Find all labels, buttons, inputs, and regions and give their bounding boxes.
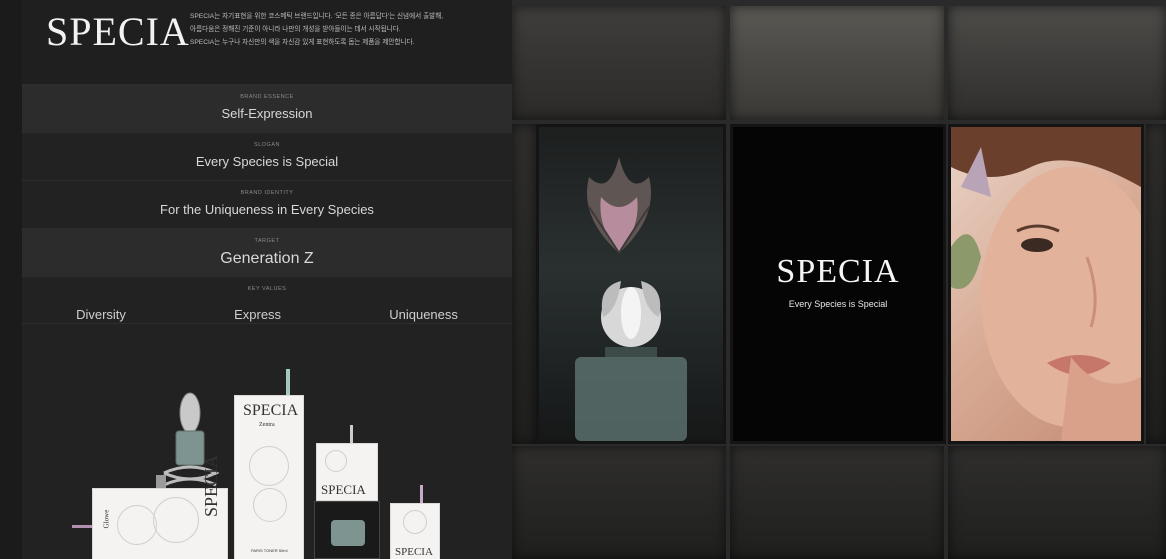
wall-tile: [512, 124, 536, 444]
wall-tile: [1146, 124, 1166, 444]
key-values-label: KEY VALUES: [247, 286, 287, 292]
key-value-item: Diversity: [76, 307, 126, 322]
jar-tray: [314, 501, 380, 559]
box-ribbon: [72, 525, 92, 528]
box-pattern: [403, 510, 427, 534]
brand-essence-row: BRAND ESSENCE Self-Expression: [22, 84, 512, 132]
brand-essence-value: Self-Expression: [221, 106, 313, 121]
box-side-label: Glowe: [102, 509, 111, 529]
display-slogan: Every Species is Special: [788, 299, 888, 309]
slogan-row: SLOGAN Every Species is Special: [22, 132, 512, 180]
key-value-item: Express: [234, 307, 282, 322]
box-brand-label: SPECIA: [243, 402, 299, 419]
key-value-item: Uniqueness: [389, 307, 458, 322]
product-box-mid: SPECIA: [316, 443, 378, 501]
box-brand-label: SPECIA: [201, 454, 221, 517]
wall-tile: [512, 6, 726, 120]
wall-tile: [730, 6, 944, 120]
brand-header: SPECIA SPECIA는 자기표현을 위한 코스메틱 브랜드입니다. '모든…: [22, 0, 512, 84]
target-value: Generation Z: [220, 250, 314, 267]
brand-identity-label: BRAND IDENTITY: [240, 190, 294, 196]
box-pattern: [325, 450, 347, 472]
brand-essence-label: BRAND ESSENCE: [240, 94, 294, 100]
box-pattern: [253, 488, 287, 522]
wall-tile: [948, 6, 1166, 120]
model-portrait-image: [951, 127, 1141, 441]
target-row: TARGET Generation Z: [22, 228, 512, 276]
slogan-value: Every Species is Special: [195, 154, 339, 169]
slogan-label: SLOGAN: [254, 142, 280, 148]
brand-identity-row: BRAND IDENTITY For the Uniqueness in Eve…: [22, 180, 512, 228]
wall-tile: [948, 446, 1166, 559]
flower-product-image: [575, 157, 687, 441]
key-values-row: KEY VALUES Diversity Express Uniqueness: [22, 276, 512, 324]
display-screen-model: [948, 124, 1144, 444]
display-screen-product: [536, 124, 726, 444]
box-small-label: PARIS TONER 50ml: [251, 548, 288, 553]
box-pattern: [249, 446, 289, 486]
box-pattern: [153, 497, 199, 543]
box-sub-label: Zentra: [259, 422, 275, 428]
display-brand-logo: SPECIA: [776, 253, 900, 290]
intro-line: SPECIA는 자기표현을 위한 코스메틱 브랜드입니다. '모든 종은 아름답…: [190, 13, 444, 20]
box-pattern: [117, 505, 157, 545]
product-box-tall: SPECIA Zentra PARIS TONER 50ml: [234, 395, 304, 559]
brand-board: SPECIA SPECIA는 자기표현을 위한 코스메틱 브랜드입니다. '모든…: [22, 0, 512, 559]
product-box-wide: Glowe SPECIA: [92, 455, 228, 559]
intro-line: 아름다움은 정해진 기준이 아니라 나만의 개성을 받아들이는 데서 시작됩니다…: [190, 26, 401, 33]
box-stick: [350, 425, 353, 445]
key-values-list: Diversity Express Uniqueness: [22, 307, 512, 322]
brand-identity-value: For the Uniqueness in Every Species: [160, 202, 374, 217]
display-screen-brand: SPECIA Every Species is Special: [730, 124, 946, 444]
box-stick: [420, 485, 423, 505]
box-brand-label: SPECIA: [395, 546, 433, 558]
wall-tile: [730, 446, 944, 559]
target-label: TARGET: [254, 238, 280, 244]
brand-intro: SPECIA는 자기표현을 위한 코스메틱 브랜드입니다. '모든 종은 아름답…: [190, 10, 508, 49]
wall-tile: [512, 446, 726, 559]
box-brand-label: SPECIA: [321, 482, 366, 497]
cream-jar-image: [331, 520, 365, 546]
intro-line: SPECIA는 누구나 자신만의 색을 자신감 있게 표현하도록 돕는 제품을 …: [190, 39, 415, 46]
display-wall: SPECIA Every Species is Special: [512, 0, 1166, 559]
product-box-small: SPECIA: [390, 503, 440, 559]
product-lineup-image: Glowe SPECIA SPECIA Zentra PARIS TONER 5…: [22, 325, 512, 559]
brand-logo: SPECIA: [46, 9, 190, 54]
